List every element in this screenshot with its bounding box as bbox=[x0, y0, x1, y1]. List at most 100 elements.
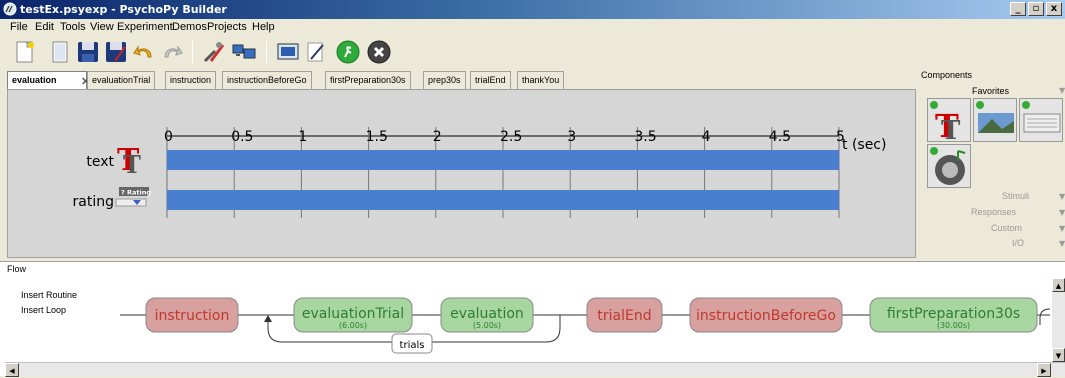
tab-instructionBeforeGo[interactable]: instructionBeforeGo bbox=[222, 71, 312, 89]
routine-timeline: 0 0.5 1 1.5 2 2.5 3 3.5 4 4.5 5t (sec)textratingTT… bbox=[73, 127, 886, 218]
tab-evaluationTrial[interactable]: evaluationTrial bbox=[87, 71, 156, 89]
preferences-icon[interactable] bbox=[201, 39, 227, 65]
scroll-right-icon[interactable]: ▶ bbox=[1037, 363, 1051, 377]
tab-thankYou[interactable]: thankYou bbox=[517, 71, 565, 89]
save-as-icon[interactable] bbox=[103, 39, 129, 65]
routine-instructionBeforeGo[interactable]: instructionBeforeGo bbox=[689, 297, 843, 333]
toolbar-separator bbox=[192, 41, 193, 63]
menu-file[interactable]: File bbox=[10, 21, 28, 33]
flow-horizontal-scrollbar[interactable]: ◀ ▶ bbox=[5, 362, 1065, 377]
stop-icon[interactable] bbox=[366, 39, 392, 65]
routine-firstPreparation30s[interactable]: firstPreparation30s(30.00s) bbox=[869, 297, 1038, 333]
minimize-button[interactable]: _ bbox=[1010, 2, 1026, 16]
category-custom[interactable]: Custom bbox=[991, 223, 1022, 233]
image-component-icon bbox=[976, 101, 1014, 133]
tick-label: 1.5 bbox=[366, 129, 388, 145]
rating-component-icon[interactable]: ? Rating bbox=[115, 187, 151, 207]
routine-name: evaluationTrial bbox=[302, 306, 404, 322]
menu-tools[interactable]: Tools bbox=[60, 21, 86, 33]
routine-evaluationTrial[interactable]: evaluationTrial(6.00s) bbox=[293, 297, 413, 333]
routine-name: instructionBeforeGo bbox=[696, 308, 836, 324]
tab-prep30s[interactable]: prep30s bbox=[423, 71, 466, 89]
keyboard-component-button[interactable] bbox=[1019, 98, 1063, 142]
routine-canvas[interactable]: 0 0.5 1 1.5 2 2.5 3 3.5 4 4.5 5 t (sec) text rating T T… bbox=[7, 89, 916, 258]
flow-diagram: trialsinstruction evaluationTrial(6.00s)e… bbox=[120, 297, 1050, 354]
category-io[interactable]: I/O bbox=[1012, 238, 1024, 248]
tab-instruction[interactable]: instruction bbox=[165, 71, 217, 89]
routine-duration: (30.00s) bbox=[937, 321, 970, 330]
new-file-icon[interactable] bbox=[12, 39, 38, 65]
open-file-icon[interactable] bbox=[47, 39, 73, 65]
sound-component-icon bbox=[930, 147, 966, 185]
scroll-up-icon[interactable]: ▲ bbox=[1052, 278, 1065, 292]
expand-responses-icon[interactable]: ▼ bbox=[1059, 208, 1065, 217]
menu-edit[interactable]: Edit bbox=[35, 21, 54, 33]
tick-label: 0 bbox=[164, 129, 173, 145]
keyboard-component-icon bbox=[1022, 101, 1061, 133]
tick-label: 4 bbox=[702, 129, 711, 145]
scroll-left-icon[interactable]: ◀ bbox=[5, 363, 19, 377]
routine-trialEnd[interactable]: trialEnd bbox=[586, 297, 663, 333]
component-name-text[interactable]: text bbox=[86, 154, 114, 170]
routine-instruction[interactable]: instruction bbox=[145, 297, 239, 333]
component-bar-rating[interactable] bbox=[167, 190, 839, 210]
flow-vertical-scrollbar[interactable]: ▲ ▼ bbox=[1052, 278, 1065, 362]
window-title: testEx.psyexp - PsychoPy Builder bbox=[20, 3, 227, 16]
loop-start-marker bbox=[1039, 308, 1050, 325]
image-component-button[interactable] bbox=[973, 98, 1017, 142]
experiment-settings-icon[interactable] bbox=[275, 39, 301, 65]
loop-label: trials bbox=[400, 340, 425, 351]
tab-label: evaluation bbox=[12, 75, 57, 85]
menu-projects[interactable]: Projects bbox=[207, 21, 247, 33]
tick-label: 2.5 bbox=[500, 129, 522, 145]
routine-evaluation[interactable]: evaluation(5.00s) bbox=[440, 297, 534, 333]
tab-trialEnd[interactable]: trialEnd bbox=[470, 71, 511, 89]
toolbar-separator bbox=[266, 41, 267, 63]
components-title: Components bbox=[921, 70, 973, 80]
svg-text:? Rating: ? Rating bbox=[121, 189, 151, 197]
menu-experiment[interactable]: Experiment bbox=[117, 21, 173, 33]
components-panel: Components Favorites ▼ T T Stimuli Respo… bbox=[917, 67, 1065, 259]
sound-component-button[interactable] bbox=[927, 144, 971, 188]
component-bar-text[interactable] bbox=[167, 150, 839, 170]
category-stimuli[interactable]: Stimuli bbox=[1002, 191, 1029, 201]
expand-custom-icon[interactable]: ▼ bbox=[1059, 224, 1065, 233]
favorites-toggle-icon[interactable]: ▼ bbox=[1059, 86, 1065, 95]
run-icon[interactable] bbox=[335, 39, 361, 65]
window-titlebar[interactable]: testEx.psyexp - PsychoPy Builder _ ▫ x bbox=[0, 0, 1065, 19]
expand-io-icon[interactable]: ▼ bbox=[1059, 239, 1065, 248]
tick-label: 2 bbox=[433, 129, 442, 145]
tick-label: 0.5 bbox=[231, 129, 253, 145]
svg-text:T: T bbox=[123, 150, 141, 179]
undo-icon[interactable] bbox=[131, 39, 157, 65]
routine-name: trialEnd bbox=[597, 308, 651, 324]
tick-label: 1 bbox=[298, 129, 307, 145]
tab-firstPreparation30s[interactable]: firstPreparation30s bbox=[325, 71, 411, 89]
menu-view[interactable]: View bbox=[90, 21, 114, 33]
scroll-down-icon[interactable]: ▼ bbox=[1052, 348, 1065, 362]
compile-script-icon[interactable] bbox=[303, 39, 329, 65]
menubar: File Edit Tools View Experiment Demos Pr… bbox=[0, 19, 1065, 37]
favorites-label[interactable]: Favorites bbox=[972, 86, 1009, 96]
save-icon[interactable] bbox=[75, 39, 101, 65]
maximize-button[interactable]: ▫ bbox=[1028, 2, 1044, 16]
menu-demos[interactable]: Demos bbox=[172, 21, 207, 33]
flow-panel: Flow Insert Routine Insert Loop trials in… bbox=[0, 262, 1065, 377]
toolbar bbox=[0, 37, 1065, 67]
menu-help[interactable]: Help bbox=[252, 21, 275, 33]
routine-name: instruction bbox=[155, 308, 230, 324]
tick-label: 4.5 bbox=[769, 129, 791, 145]
tick-label: 3.5 bbox=[634, 129, 656, 145]
routine-tabs: evaluation ✕ evaluationTrial instruction… bbox=[7, 71, 916, 89]
svg-text:T: T bbox=[941, 116, 961, 143]
text-component-icon[interactable]: TT bbox=[117, 143, 141, 179]
close-window-button[interactable]: x bbox=[1046, 2, 1062, 16]
tab-evaluation[interactable]: evaluation ✕ bbox=[7, 71, 90, 89]
routine-name: evaluation bbox=[450, 306, 524, 322]
redo-icon[interactable] bbox=[159, 39, 185, 65]
category-responses[interactable]: Responses bbox=[971, 207, 1016, 217]
text-component-button[interactable]: T T bbox=[927, 98, 971, 146]
expand-stimuli-icon[interactable]: ▼ bbox=[1059, 192, 1065, 201]
component-name-rating[interactable]: rating bbox=[73, 194, 114, 210]
monitor-center-icon[interactable] bbox=[231, 39, 257, 65]
